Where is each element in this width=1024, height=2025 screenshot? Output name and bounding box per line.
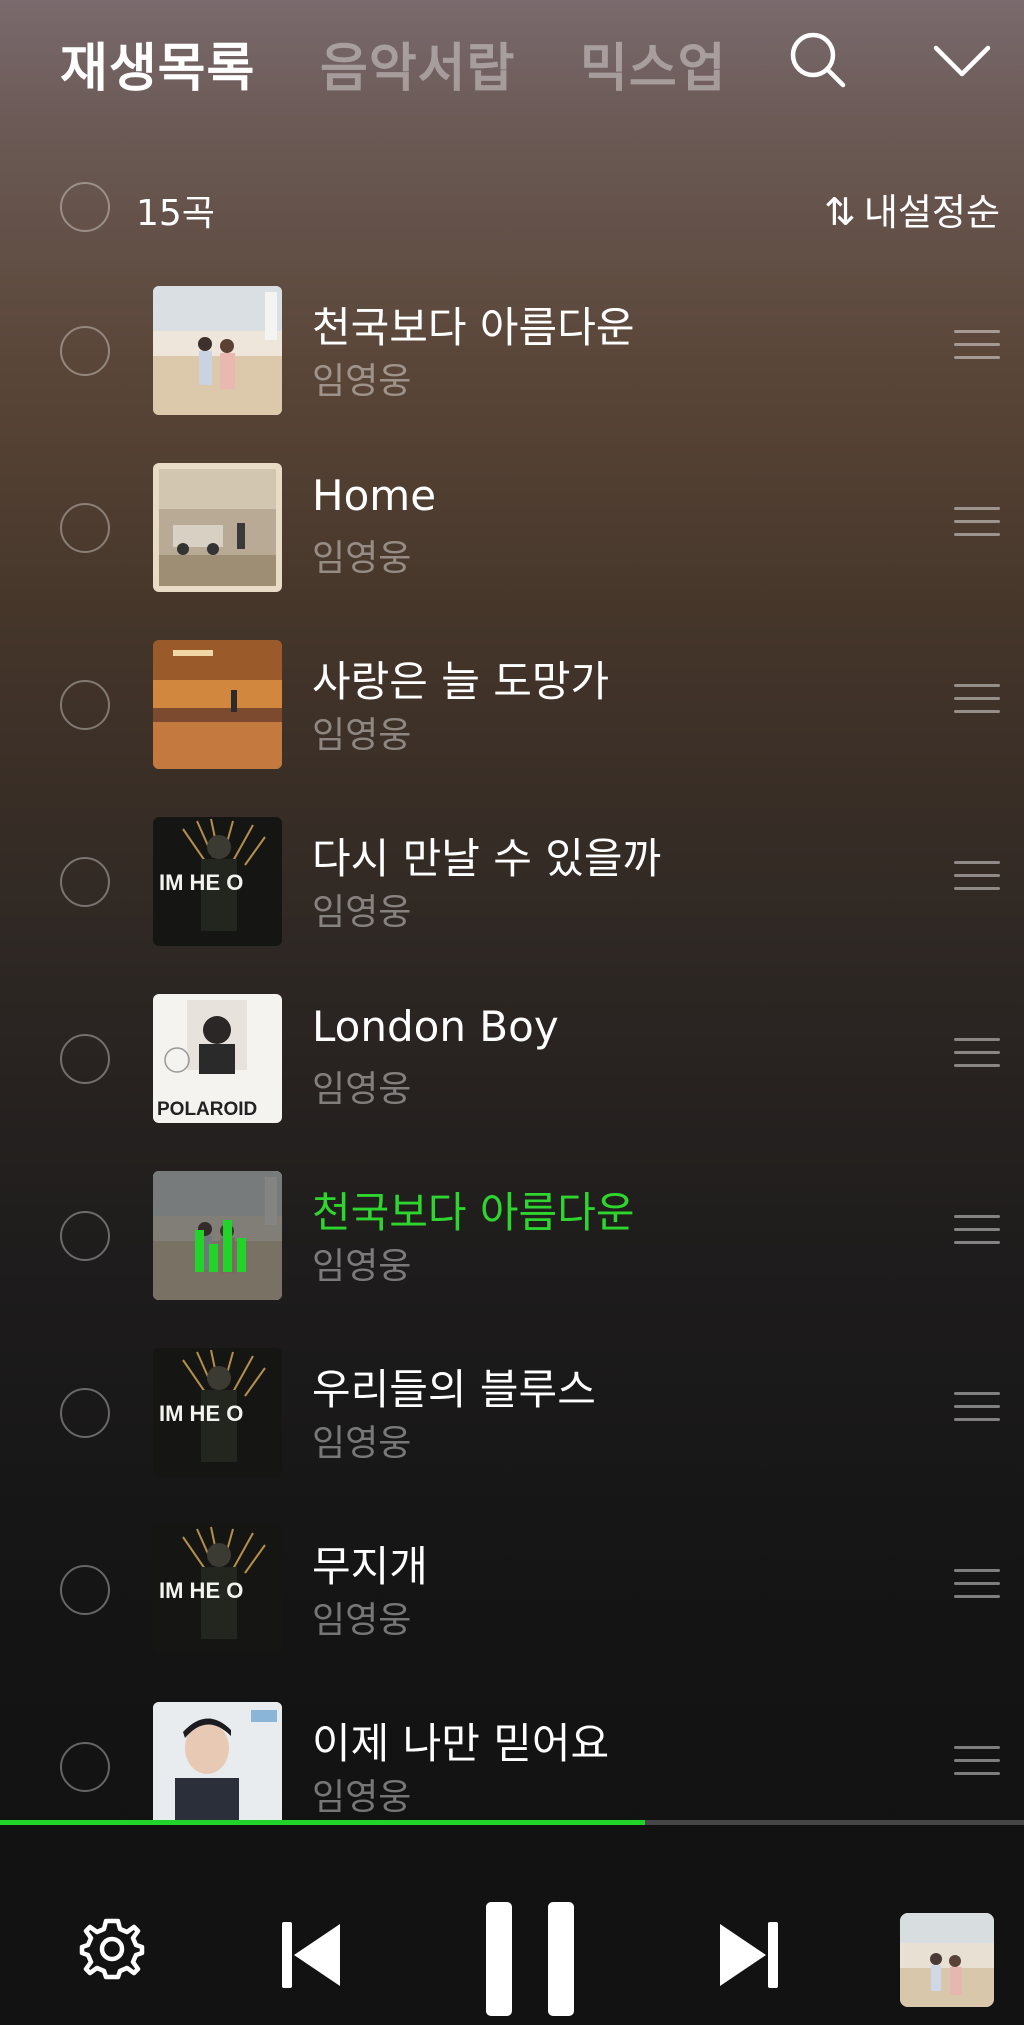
next-icon[interactable] (718, 1920, 780, 1990)
album-cover (153, 286, 282, 415)
list-header: 15곡 ⇅ 내설정순 (0, 170, 1024, 244)
svg-text:IM HE O: IM HE O (159, 1578, 243, 1603)
track-select-checkbox[interactable] (60, 1034, 110, 1084)
top-bar: 재생목록 음악서랍 믹스업 (0, 0, 1024, 130)
album-cover: IM HE O (153, 817, 282, 946)
tab-music-drawer[interactable]: 음악서랍 (320, 26, 515, 101)
track-artist: 임영웅 (312, 1423, 412, 1464)
track-title: 천국보다 아름다운 (312, 1188, 635, 1237)
chevron-down-icon[interactable] (930, 30, 994, 94)
now-playing-cover[interactable] (900, 1913, 994, 2007)
track-list: 천국보다 아름다운 임영웅 Home 임영웅 사랑은 늘 도망가 임영웅 IM … (0, 280, 1024, 1820)
drag-handle-icon[interactable] (954, 330, 1000, 364)
equalizer-bar (209, 1244, 218, 1272)
album-cover (153, 463, 282, 592)
drag-handle-icon[interactable] (954, 684, 1000, 718)
track-row[interactable]: IM HE O 무지개임영웅 (0, 1519, 1024, 1696)
track-artist: 임영웅 (312, 1246, 412, 1287)
sort-label: 내설정순 (863, 191, 1000, 234)
tab-playlist[interactable]: 재생목록 (60, 26, 255, 101)
album-cover: IM HE O (153, 1525, 282, 1654)
track-select-checkbox[interactable] (60, 1742, 110, 1792)
track-artist: 임영웅 (312, 361, 412, 402)
album-cover (153, 1702, 282, 1820)
drag-handle-icon[interactable] (954, 861, 1000, 895)
track-select-checkbox[interactable] (60, 326, 110, 376)
drag-handle-icon[interactable] (954, 507, 1000, 541)
track-artist: 임영웅 (312, 1600, 412, 1641)
track-row[interactable]: 이제 나만 믿어요임영웅 (0, 1696, 1024, 1820)
track-row[interactable]: 천국보다 아름다운임영웅 (0, 1165, 1024, 1342)
track-title: 우리들의 블루스 (312, 1365, 596, 1414)
track-row[interactable]: Home 임영웅 (0, 457, 1024, 634)
track-artist: 임영웅 (312, 538, 412, 579)
track-artist: 임영웅 (312, 892, 412, 933)
drag-handle-icon[interactable] (954, 1569, 1000, 1603)
track-title: 이제 나만 믿어요 (312, 1719, 610, 1768)
track-row[interactable]: 사랑은 늘 도망가임영웅 (0, 634, 1024, 811)
drag-handle-icon[interactable] (954, 1392, 1000, 1426)
drag-handle-icon[interactable] (954, 1038, 1000, 1072)
track-row[interactable]: IM HE O 우리들의 블루스임영웅 (0, 1342, 1024, 1519)
track-row[interactable]: 천국보다 아름다운임영웅 (0, 280, 1024, 457)
album-cover (153, 1171, 282, 1300)
equalizer-bar (223, 1220, 232, 1272)
track-title: Home (312, 471, 437, 520)
track-select-checkbox[interactable] (60, 857, 110, 907)
track-row[interactable]: POLAROID London Boy 임영웅 (0, 988, 1024, 1165)
settings-icon[interactable] (78, 1915, 146, 1983)
svg-text:IM HE O: IM HE O (159, 1401, 243, 1426)
track-title: 다시 만날 수 있을까 (312, 834, 662, 883)
sort-arrows-icon: ⇅ (823, 190, 856, 234)
track-title: 사랑은 늘 도망가 (312, 657, 610, 706)
album-cover (153, 640, 282, 769)
now-playing-equalizer-icon (153, 1171, 282, 1300)
track-select-checkbox[interactable] (60, 1211, 110, 1261)
track-select-checkbox[interactable] (60, 503, 110, 553)
track-select-checkbox[interactable] (60, 1565, 110, 1615)
tab-mixup[interactable]: 믹스업 (580, 26, 727, 101)
previous-icon[interactable] (280, 1920, 342, 1990)
track-artist: 임영웅 (312, 1069, 412, 1110)
track-artist: 임영웅 (312, 715, 412, 756)
album-cover: IM HE O (153, 1348, 282, 1477)
track-title: 천국보다 아름다운 (312, 303, 635, 352)
svg-text:IM HE O: IM HE O (159, 870, 243, 895)
track-select-checkbox[interactable] (60, 680, 110, 730)
track-select-checkbox[interactable] (60, 1388, 110, 1438)
search-icon[interactable] (786, 28, 850, 92)
album-cover: POLAROID (153, 994, 282, 1123)
player-controls (0, 1825, 1024, 2025)
equalizer-bar (195, 1230, 204, 1272)
pause-icon[interactable] (484, 1900, 576, 2018)
track-title: London Boy (312, 1002, 559, 1051)
track-count: 15곡 (136, 193, 215, 234)
select-all-checkbox[interactable] (60, 182, 110, 232)
equalizer-bar (237, 1238, 246, 1272)
drag-handle-icon[interactable] (954, 1746, 1000, 1780)
drag-handle-icon[interactable] (954, 1215, 1000, 1249)
track-row[interactable]: IM HE O 다시 만날 수 있을까임영웅 (0, 811, 1024, 988)
track-artist: 임영웅 (312, 1777, 412, 1818)
track-title: 무지개 (312, 1542, 428, 1591)
sort-button[interactable]: ⇅ 내설정순 (824, 182, 1000, 236)
svg-text:POLAROID: POLAROID (157, 1099, 257, 1120)
